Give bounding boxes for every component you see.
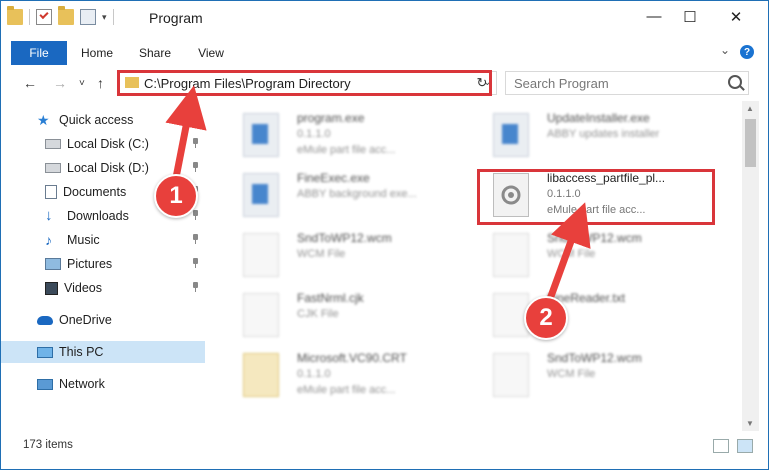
annotation-arrows	[165, 85, 591, 312]
callout-badge-1: 1	[154, 174, 198, 218]
callout-badge-2: 2	[524, 296, 568, 340]
